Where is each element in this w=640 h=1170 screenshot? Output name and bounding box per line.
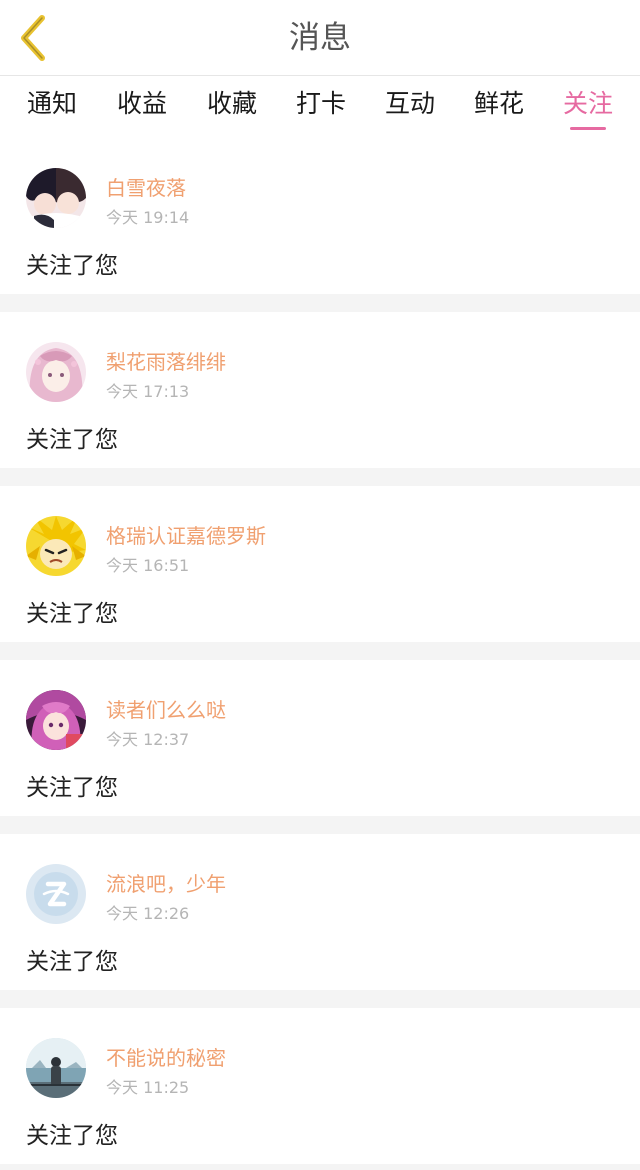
username-link[interactable]: 梨花雨落绯绯 (106, 346, 226, 375)
avatar[interactable] (26, 864, 86, 924)
notification-list: 白雪夜落 今天 19:14 关注了您 梨花雨落绯绯 今天 17:13 关注了您 … (0, 138, 640, 1170)
notification-item[interactable]: 梨花雨落绯绯 今天 17:13 关注了您 (0, 312, 640, 468)
notification-item[interactable]: 读者们么么哒 今天 12:37 关注了您 (0, 660, 640, 816)
tab-label: 收藏 (206, 89, 257, 118)
tab-earnings[interactable]: 收益 (102, 76, 182, 138)
avatar-pink-hair-girl-icon (26, 342, 86, 402)
notification-item[interactable]: 格瑞认证嘉德罗斯 今天 16:51 关注了您 (0, 486, 640, 642)
avatar-seaside-person-icon (26, 1038, 86, 1098)
avatar[interactable] (26, 690, 86, 750)
tab-label: 互动 (384, 89, 435, 118)
username-link[interactable]: 读者们么么哒 (106, 694, 226, 723)
tab-label: 打卡 (295, 89, 346, 118)
tab-favorites[interactable]: 收藏 (192, 76, 272, 138)
tab-label: 关注 (562, 89, 613, 118)
avatar-couple-icon (26, 168, 86, 228)
tab-label: 鲜花 (473, 89, 524, 118)
tab-label: 通知 (26, 89, 77, 118)
avatar[interactable] (26, 342, 86, 402)
tab-follow[interactable]: 关注 (548, 76, 628, 138)
notification-text: 关注了您 (26, 775, 118, 801)
timestamp: 今天 12:37 (106, 730, 190, 749)
avatar-yellow-character-icon (26, 516, 86, 576)
username-link[interactable]: 流浪吧，少年 (106, 868, 226, 897)
tab-interaction[interactable]: 互动 (370, 76, 450, 138)
timestamp: 今天 19:14 (106, 208, 190, 227)
avatar[interactable] (26, 168, 86, 228)
username-link[interactable]: 格瑞认证嘉德罗斯 (106, 520, 266, 549)
back-button[interactable] (12, 10, 56, 66)
username-link[interactable]: 白雪夜落 (106, 172, 186, 201)
active-tab-indicator (570, 127, 606, 130)
page-title: 消息 (289, 20, 351, 56)
avatar-default-qq-icon (26, 864, 86, 924)
notification-item[interactable]: 不能说的秘密 今天 11:25 关注了您 (0, 1008, 640, 1164)
notification-text: 关注了您 (26, 601, 118, 627)
tab-checkin[interactable]: 打卡 (281, 76, 361, 138)
notification-item[interactable]: 流浪吧，少年 今天 12:26 关注了您 (0, 834, 640, 990)
avatar[interactable] (26, 1038, 86, 1098)
header-bar: 消息 (0, 0, 640, 76)
notification-text: 关注了您 (26, 427, 118, 453)
notification-item[interactable]: 白雪夜落 今天 19:14 关注了您 (0, 138, 640, 294)
timestamp: 今天 11:25 (106, 1078, 190, 1097)
messages-screen: 消息 通知 收益 收藏 打卡 互动 鲜花 关注 白雪夜落 今天 19:14 关注… (0, 0, 640, 1170)
username-link[interactable]: 不能说的秘密 (106, 1042, 226, 1071)
tab-bar: 通知 收益 收藏 打卡 互动 鲜花 关注 (0, 76, 640, 138)
timestamp: 今天 17:13 (106, 382, 190, 401)
avatar[interactable] (26, 516, 86, 576)
notification-text: 关注了您 (26, 253, 118, 279)
notification-text: 关注了您 (26, 1123, 118, 1149)
chevron-left-icon (21, 15, 45, 61)
avatar-purple-hair-girl-icon (26, 690, 86, 750)
timestamp: 今天 16:51 (106, 556, 190, 575)
tab-notice[interactable]: 通知 (12, 76, 92, 138)
tab-flowers[interactable]: 鲜花 (459, 76, 539, 138)
tab-label: 收益 (116, 89, 167, 118)
notification-text: 关注了您 (26, 949, 118, 975)
timestamp: 今天 12:26 (106, 904, 190, 923)
